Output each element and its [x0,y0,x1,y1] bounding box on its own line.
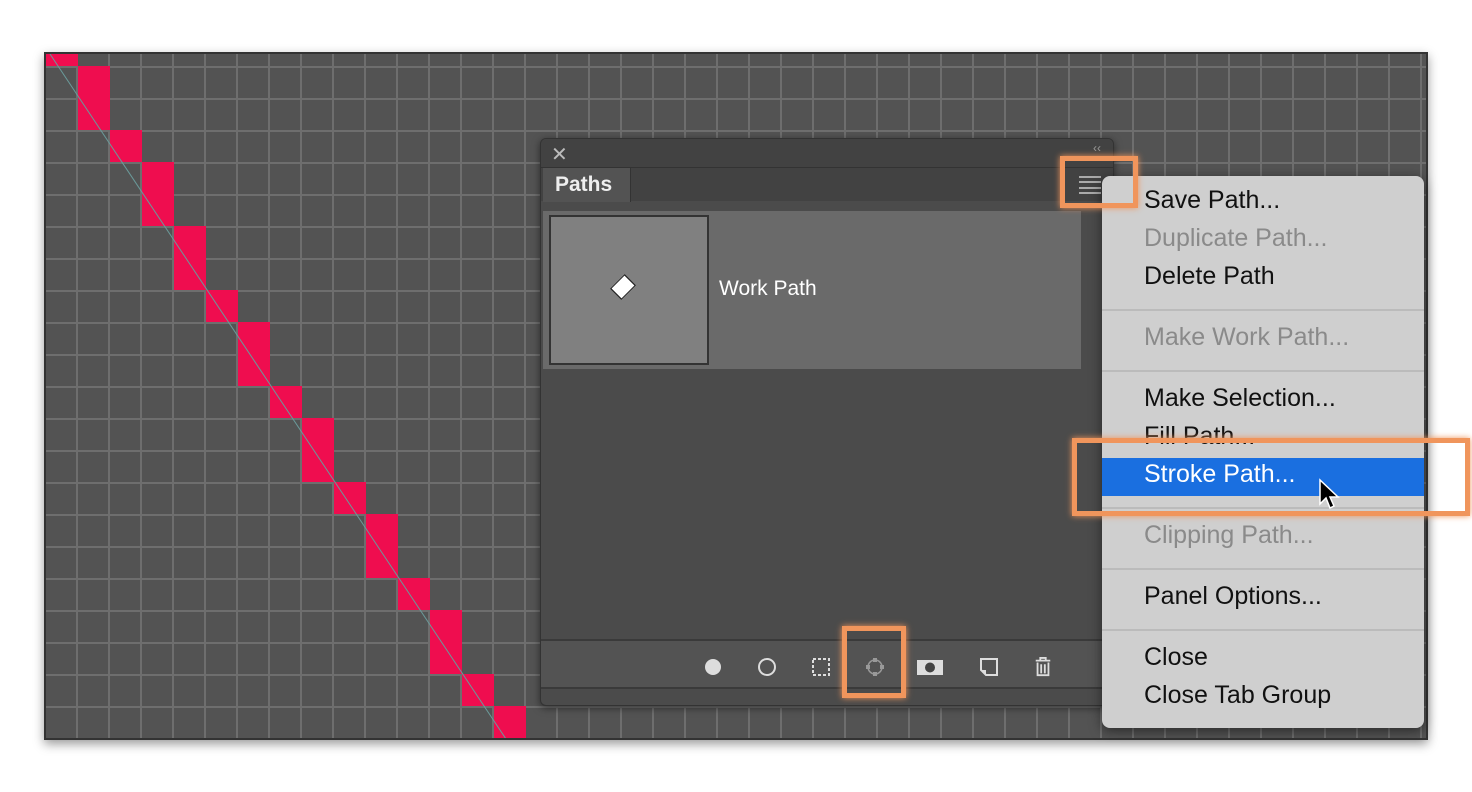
mask-icon[interactable] [917,657,943,677]
pixel-block [462,674,494,706]
menu-separator [1102,309,1424,311]
trash-icon[interactable] [1033,657,1053,677]
filled-circle-icon[interactable] [703,657,723,677]
highlight-stroke-path [1072,438,1470,516]
menu-item-delete-path[interactable]: Delete Path [1102,260,1424,298]
menu-separator [1102,370,1424,372]
menu-item-close[interactable]: Close [1102,641,1424,679]
path-thumbnail [549,215,709,365]
dashed-square-icon[interactable] [811,657,831,677]
menu-item-make-selection[interactable]: Make Selection... [1102,382,1424,420]
pixel-block [302,418,334,482]
tab-paths[interactable]: Paths [543,168,631,202]
diamond-shape [609,273,637,301]
highlight-menu-button [1060,156,1138,208]
highlight-work-path-button [842,626,906,698]
menu-item-save-path[interactable]: Save Path... [1102,184,1424,222]
paths-panel: ✕ ‹‹ Paths Work Path [540,138,1114,706]
path-row[interactable]: Work Path [543,211,1081,369]
tab-bar: Paths [541,167,1113,202]
menu-item-clipping-path: Clipping Path... [1144,521,1314,549]
menu-separator [1102,629,1424,631]
pixel-block [398,578,430,610]
pixel-block [110,130,142,162]
circle-outline-icon[interactable] [757,657,777,677]
pixel-block [334,482,366,514]
new-page-icon[interactable] [979,657,999,677]
menu-item-panel-options[interactable]: Panel Options... [1102,580,1424,618]
pixel-block [494,706,526,738]
pixel-block [366,514,398,578]
menu-item-make-work-path: Make Work Path... [1144,323,1350,351]
collapse-icon[interactable]: ‹‹ [1093,141,1101,155]
cursor-arrow-icon [1319,478,1340,510]
pixel-block [430,610,462,674]
panel-footer [541,639,1113,689]
close-icon[interactable]: ✕ [551,142,568,167]
menu-item-close-tab-group[interactable]: Close Tab Group [1102,679,1424,717]
menu-item-duplicate-path: Duplicate Path... [1144,224,1328,252]
panel-titlebar: ✕ ‹‹ [541,139,1113,167]
path-name: Work Path [719,277,817,300]
menu-separator [1102,568,1424,570]
